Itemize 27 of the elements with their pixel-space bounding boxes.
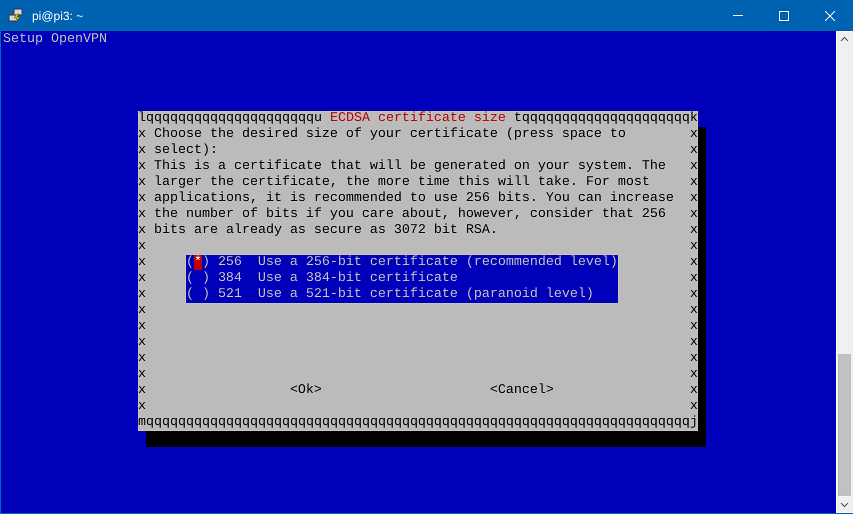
dialog-text: Choose the desired size of your certificate (press space to select): [154,127,627,159]
radio-button[interactable]: ( ) [186,271,210,287]
dialog-text: This is a certificate that will be generated on your system. The larger the certificate, the more time this will take. For most applications, it is recommended to use 256 bits. You can increase the number of bits if you care about, however, consider that 256 bits are already as secure as 3072 bit RSA. [154,159,675,239]
terminal-header: Setup OpenVPN [3,32,107,47]
option-description: Use a 256-bit certificate (recommended level) [258,255,618,271]
scrollbar[interactable] [836,31,853,513]
option-value: 256 [218,255,242,271]
cancel-button[interactable]: <Cancel> [490,383,554,399]
dialog-border: tqqqqqqqqqqqqqqqqqqqqqk [514,111,698,127]
minimize-icon [733,15,743,16]
dialog-border: lqqqqqqqqqqqqqqqqqqqqqu [138,111,322,127]
dialog-border: xxxxxxxxxxxxxxxxxx [690,127,698,415]
dialog-title: ECDSA certificate size [328,111,507,127]
option-description: Use a 521-bit certificate (paranoid level) [258,287,594,303]
options-list[interactable]: (*) 256 Use a 256-bit certificate (recommended level) ( ) 384 Use a 384-bit certificate ( ) 521 Use a 521-bit certificate (paranoid level) [186,255,618,303]
terminal-app-icon [8,8,24,24]
ok-button[interactable]: <Ok> [290,383,322,399]
scroll-thumb[interactable] [838,354,851,496]
dialog-border: mqqqqqqqqqqqqqqqqqqqqqqqqqqqqqqqqqqqqqqqqqqqqqqqqqqqqqqqqqqqqqqqqqqqqj [138,415,698,431]
window-title: pi@pi3: ~ [32,8,84,24]
close-icon [825,10,835,20]
option-value: 384 [218,271,242,287]
option-description: Use a 384-bit certificate [258,271,458,287]
radio-button[interactable]: ( ) [186,287,210,303]
radio-button[interactable]: (*) [186,255,210,271]
option-value: 521 [218,287,242,303]
maximize-icon [779,10,789,20]
